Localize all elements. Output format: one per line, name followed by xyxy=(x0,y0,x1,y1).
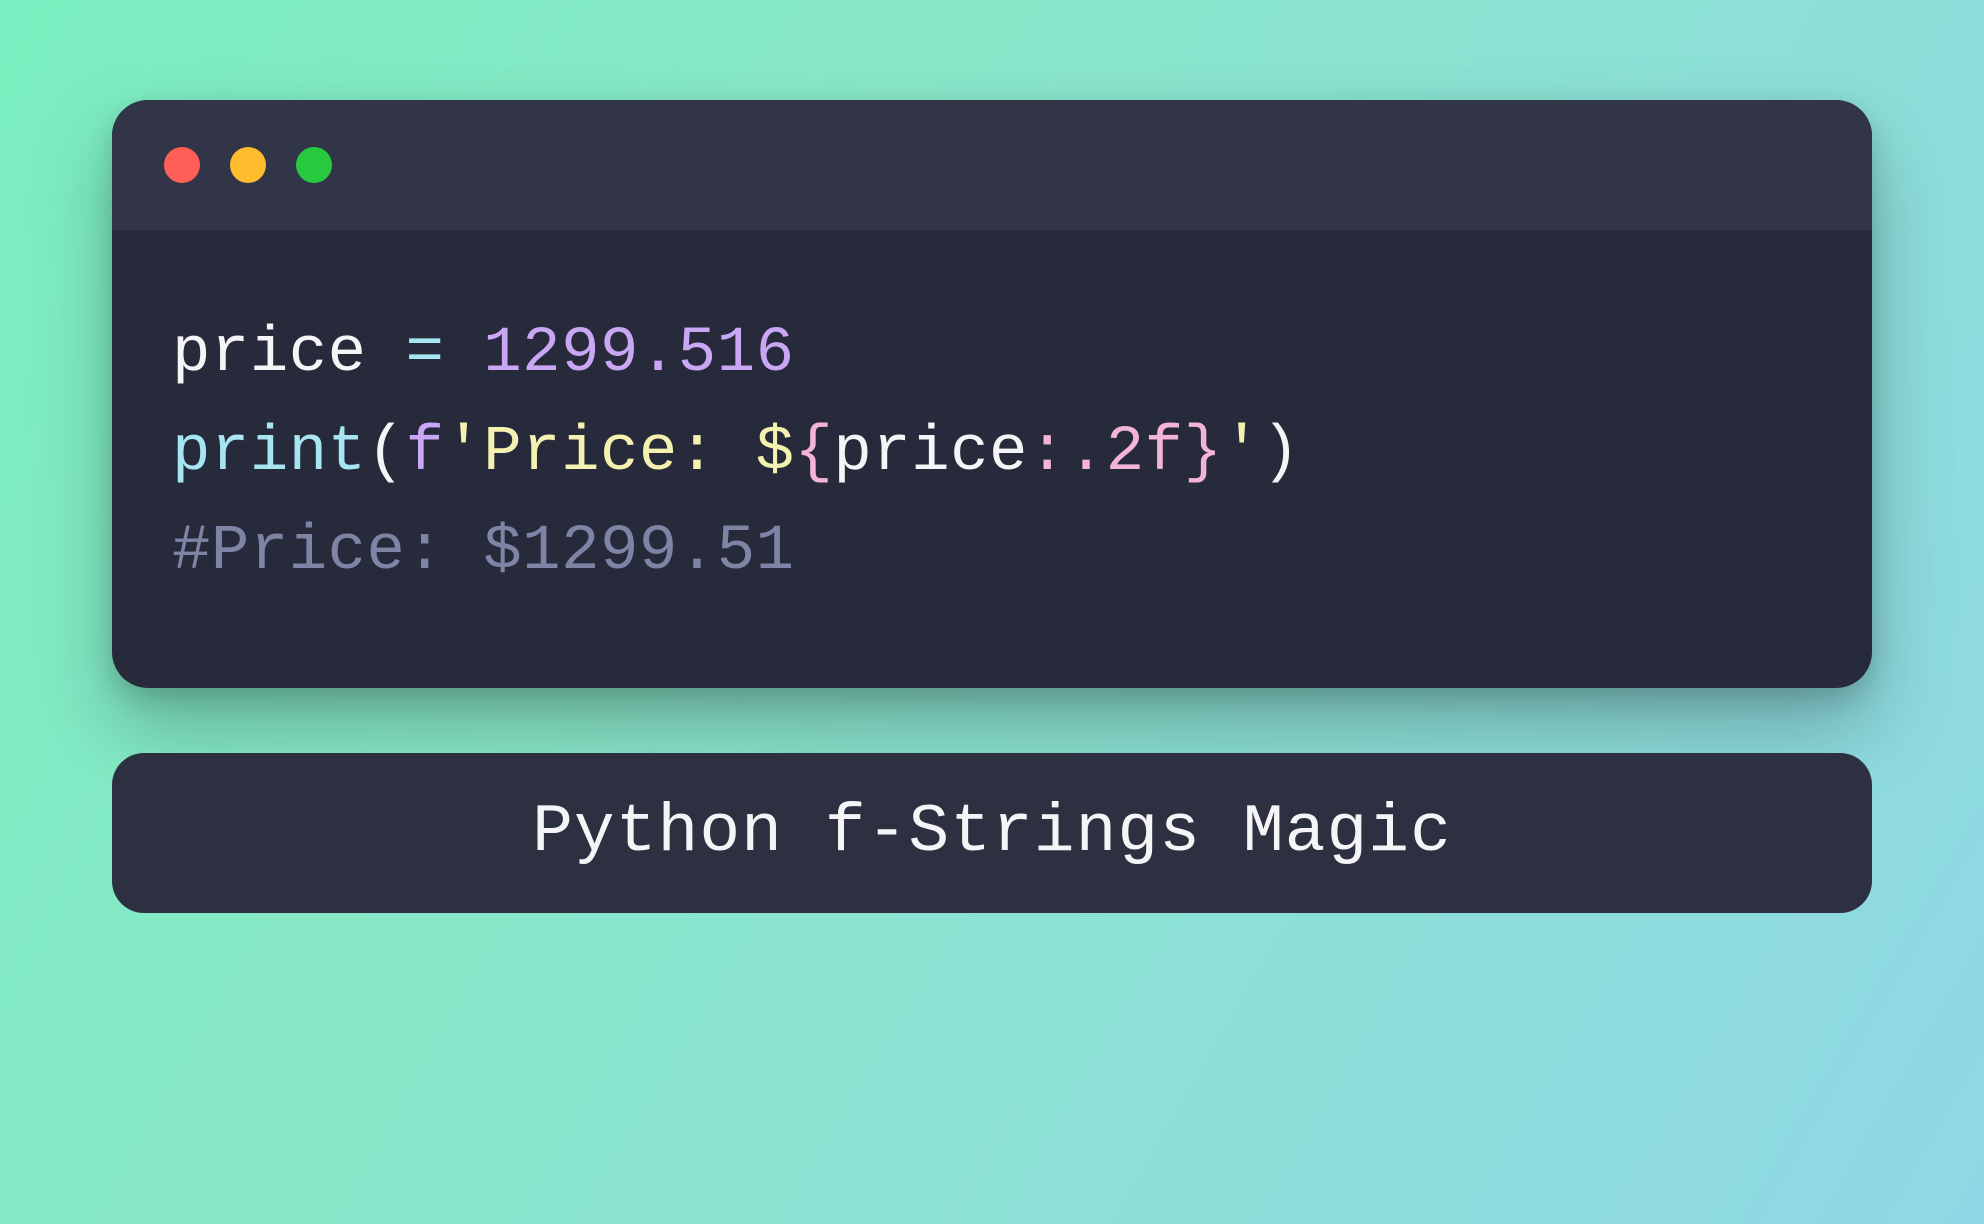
token-space xyxy=(367,318,406,390)
caption-text: Python f-Strings Magic xyxy=(532,794,1452,871)
token-brace-open: { xyxy=(795,417,834,489)
code-line-3: #Price: $1299.51 xyxy=(172,516,795,588)
token-brace-close: } xyxy=(1184,417,1223,489)
token-format-spec: :.2f xyxy=(1028,417,1184,489)
code-line-2: print(f'Price: ${price:.2f}') xyxy=(172,417,1300,489)
token-close-paren: ) xyxy=(1261,417,1300,489)
minimize-icon[interactable] xyxy=(230,147,266,183)
token-quote-close: ' xyxy=(1222,417,1261,489)
token-open-paren: ( xyxy=(367,417,406,489)
token-expression: price xyxy=(833,417,1028,489)
token-f-prefix: f xyxy=(405,417,444,489)
token-function: print xyxy=(172,417,367,489)
caption-bar: Python f-Strings Magic xyxy=(112,753,1872,913)
window-titlebar xyxy=(112,100,1872,230)
token-variable: price xyxy=(172,318,367,390)
maximize-icon[interactable] xyxy=(296,147,332,183)
token-number: 1299.516 xyxy=(483,318,794,390)
code-line-1: price = 1299.516 xyxy=(172,318,795,390)
token-equals: = xyxy=(405,318,444,390)
token-space xyxy=(444,318,483,390)
code-window: price = 1299.516 print(f'Price: ${price:… xyxy=(112,100,1872,688)
close-icon[interactable] xyxy=(164,147,200,183)
token-comment: #Price: $1299.51 xyxy=(172,516,795,588)
code-body: price = 1299.516 print(f'Price: ${price:… xyxy=(112,230,1872,688)
token-quote-open: ' xyxy=(444,417,483,489)
token-string: Price: $ xyxy=(483,417,794,489)
